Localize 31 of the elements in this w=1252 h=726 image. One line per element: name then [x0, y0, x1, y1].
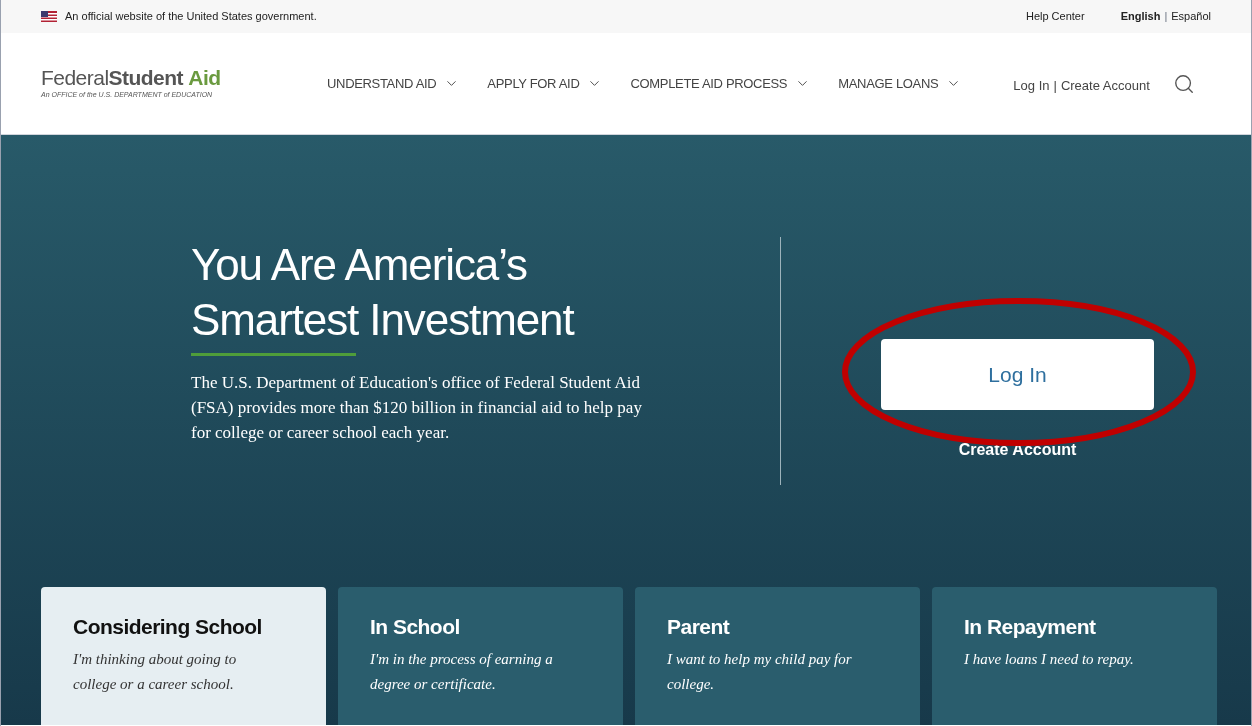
card-title: Parent: [667, 614, 731, 640]
audience-card[interactable]: Parent I want to help my child pay for college.: [635, 587, 920, 725]
nav-menu-button[interactable]: COMPLETE AID PROCESS: [630, 73, 811, 94]
audience-card[interactable]: In School I'm in the process of earning a degree or certificate.: [338, 587, 623, 725]
help-center-link[interactable]: Help Center: [1025, 8, 1085, 25]
create-account-link[interactable]: Create Account: [958, 438, 1077, 462]
nav-menu-button[interactable]: MANAGE LOANS: [838, 73, 962, 94]
account-link[interactable]: Create Account: [1060, 75, 1150, 96]
card-title: In School: [370, 614, 461, 640]
account-link[interactable]: Log In: [1013, 75, 1050, 96]
flag-icon: [41, 11, 57, 22]
gov-banner-text: An official website of the United States government.: [65, 9, 317, 25]
card-description: I'm thinking about going to college or a career school.: [73, 649, 238, 694]
language-link[interactable]: Español: [1171, 8, 1211, 25]
audience-card[interactable]: Considering School I'm thinking about going to college or a career school.: [41, 587, 326, 725]
search-icon[interactable]: [1173, 72, 1195, 95]
language-link[interactable]: English: [1120, 8, 1161, 25]
audience-card[interactable]: In Repayment I have loans I need to repay.: [932, 587, 1217, 725]
nav-menu-button[interactable]: UNDERSTAND AID: [327, 73, 460, 94]
card-title: In Repayment: [964, 614, 1097, 640]
separator: |: [1053, 76, 1057, 95]
nav-menu-button[interactable]: APPLY FOR AID: [487, 73, 603, 94]
hero-title: Smartest Investment: [191, 294, 576, 346]
login-button[interactable]: Log In: [881, 339, 1154, 410]
hero-title: You Are America’s: [191, 239, 528, 291]
separator: |: [1164, 9, 1168, 25]
hero-description: The U.S. Department of Education's office of Federal Student Aid (FSA) provides more than $120 billion in financial aid to help pay for college or career school each year.: [191, 372, 643, 444]
card-description: I'm in the process of earning a degree or certificate.: [370, 649, 554, 694]
card-description: I have loans I need to repay.: [964, 649, 1135, 669]
card-description: I want to help my child pay for college.: [667, 649, 853, 694]
card-title: Considering School: [73, 614, 263, 640]
